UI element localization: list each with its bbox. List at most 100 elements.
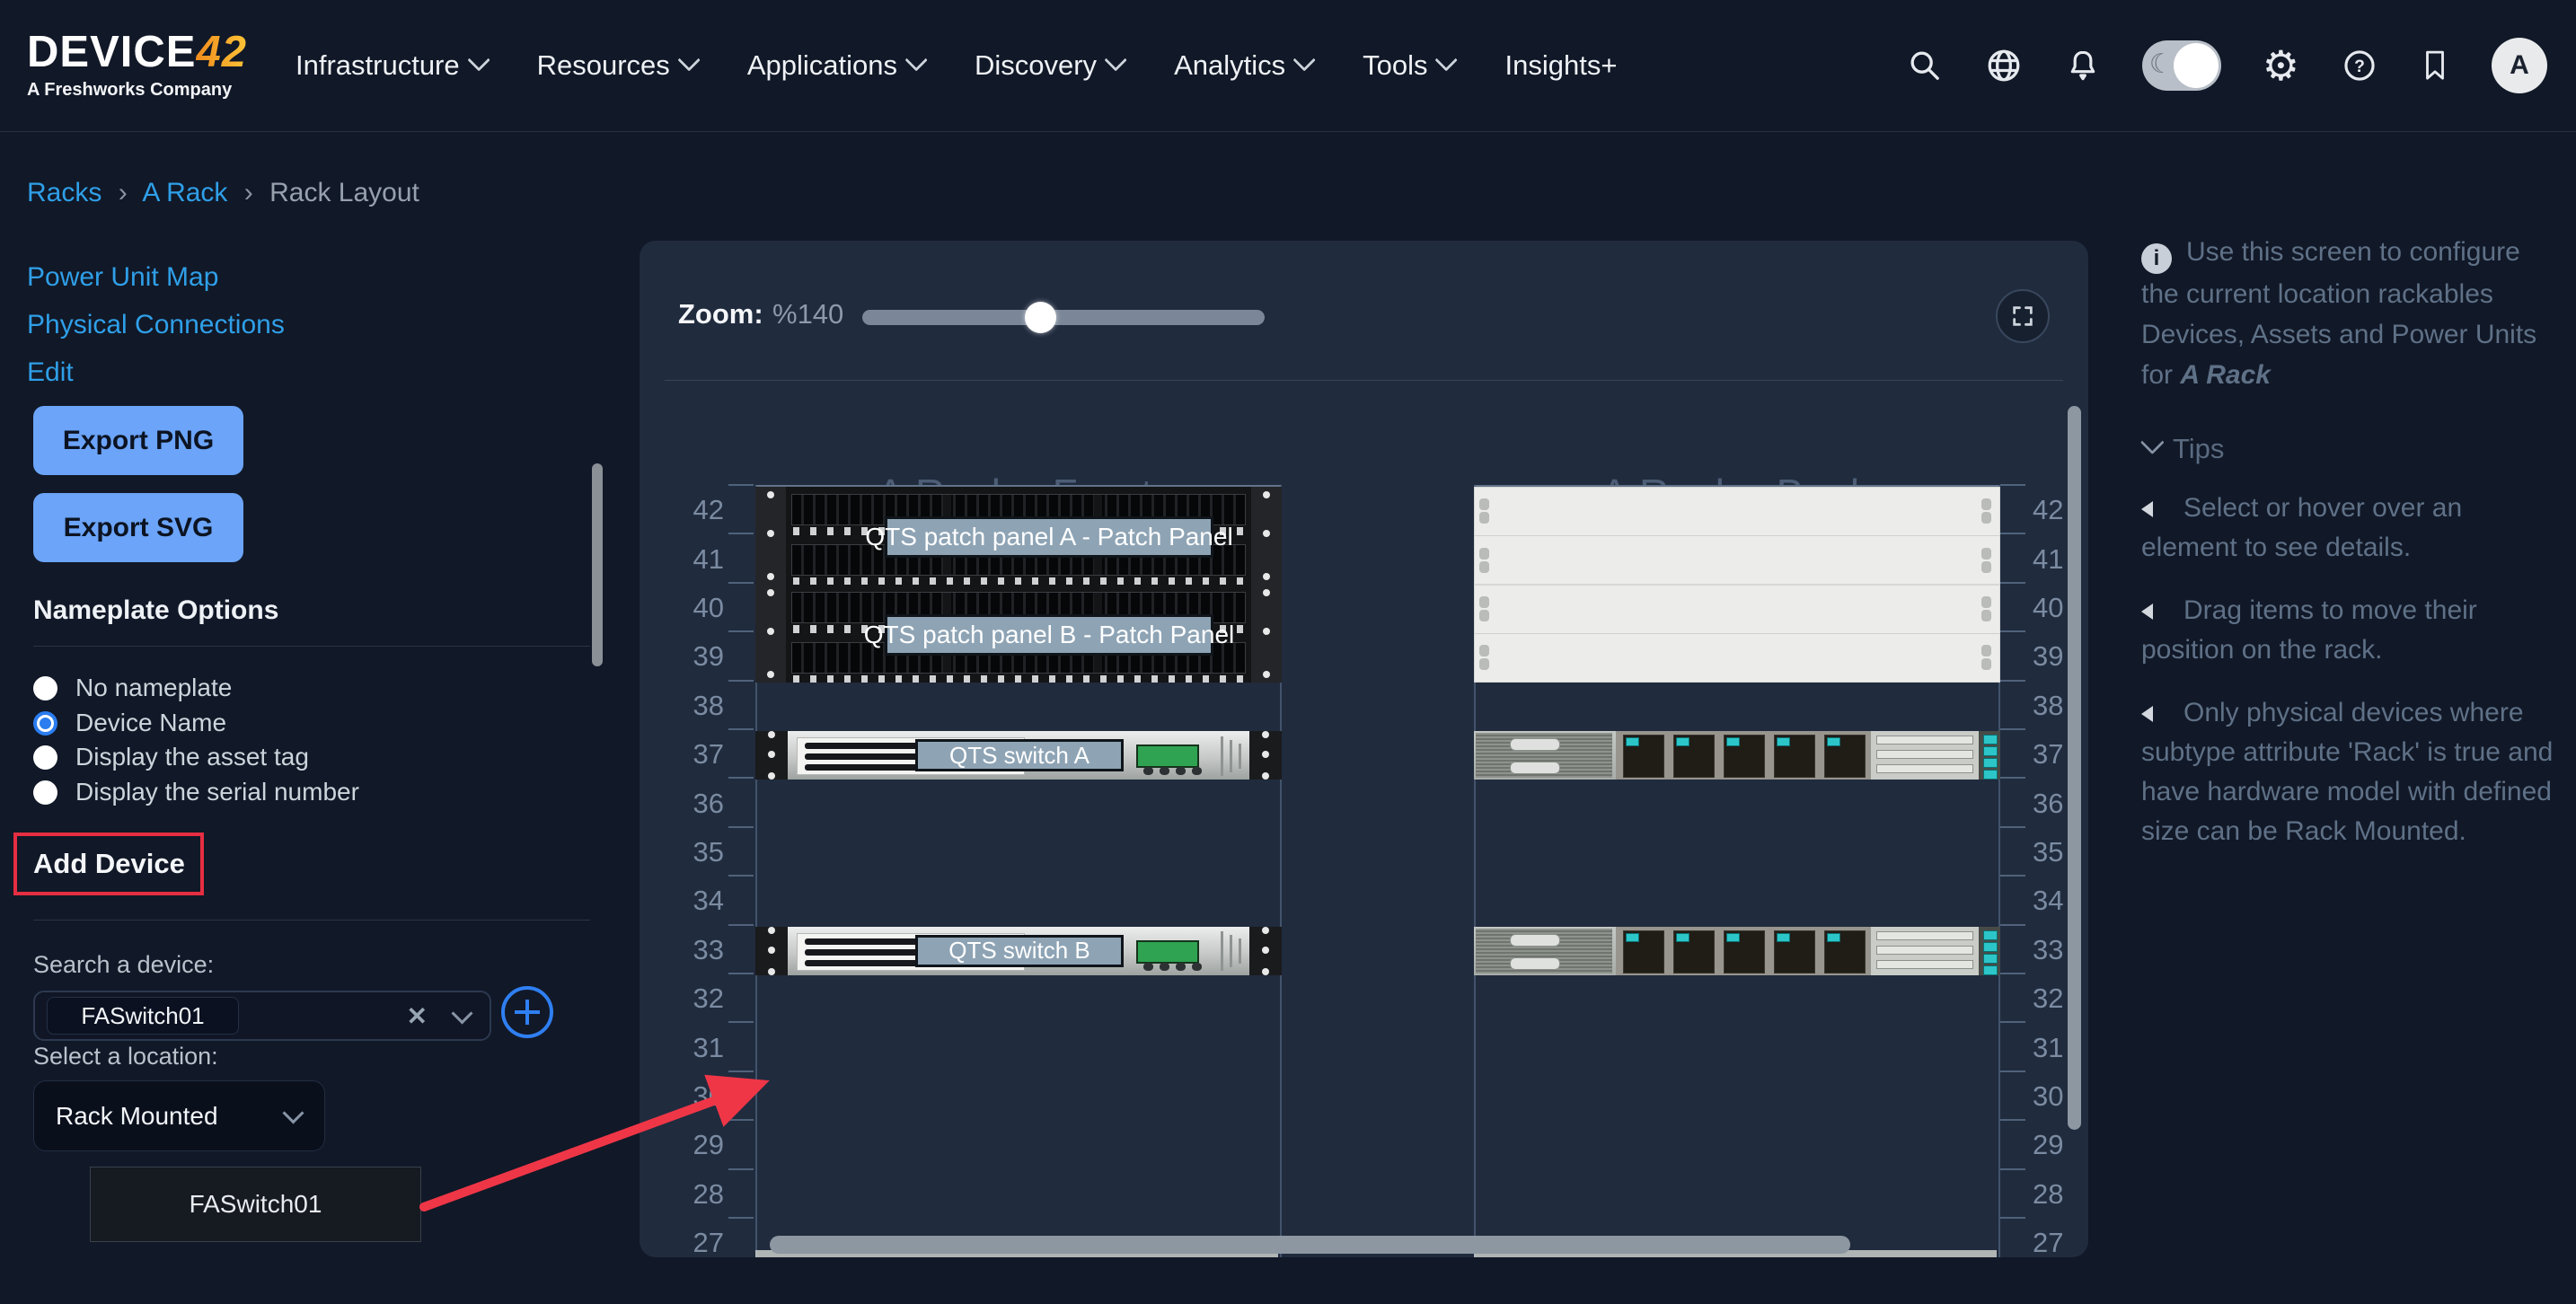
unit-tick <box>2000 582 2025 584</box>
teal-port <box>1983 942 1998 952</box>
teal-clip <box>1676 933 1689 942</box>
help-icon[interactable]: ? <box>2341 47 2378 84</box>
sidebar-link-physical-connections[interactable]: Physical Connections <box>27 310 285 340</box>
nav-item-insights-[interactable]: Insights+ <box>1504 49 1617 82</box>
unit-tick <box>2000 973 2025 974</box>
nav-item-applications[interactable]: Applications <box>747 49 922 82</box>
port <box>1160 767 1169 775</box>
divider <box>33 646 590 647</box>
rack-device-qts-patch-panel-b-patch-panel[interactable]: QTS patch panel B - Patch Panel <box>755 585 1282 683</box>
nav-item-label: Insights+ <box>1504 49 1617 82</box>
bracket-line <box>1239 744 1241 769</box>
zoom-slider-thumb[interactable] <box>1025 302 1056 333</box>
rack-device-panel-back-u40[interactable] <box>1474 585 2000 683</box>
screw-icon <box>768 731 775 738</box>
nav-item-analytics[interactable]: Analytics <box>1174 49 1310 82</box>
rack-ear-right <box>1251 585 1282 683</box>
nameplate-text: QTS switch A <box>949 742 1090 770</box>
zoom-value: %140 <box>772 298 843 330</box>
unit-number-29: 29 <box>2033 1129 2088 1161</box>
sidebar-link-power-unit-map[interactable]: Power Unit Map <box>27 262 218 293</box>
unit-tick <box>728 777 754 779</box>
rack-device-server-back-u37[interactable] <box>1474 731 2000 780</box>
rack-back <box>1474 485 2000 1257</box>
unit-number-40: 40 <box>668 592 724 624</box>
nameplate-radio-no-nameplate[interactable]: No nameplate <box>33 671 232 705</box>
nameplate-radio-display-the-asset-tag[interactable]: Display the asset tag <box>33 740 309 774</box>
nameplate-radio-device-name[interactable]: Device Name <box>33 706 226 740</box>
tip-text: Only physical devices where subtype attr… <box>2141 698 2553 846</box>
bookmark-icon[interactable] <box>2420 48 2450 83</box>
selected-device-chip[interactable]: FASwitch01 <box>47 997 239 1035</box>
screw-icon <box>1262 751 1269 758</box>
panel-vertical-scrollbar[interactable] <box>2068 406 2081 1130</box>
fullscreen-button[interactable] <box>1996 289 2050 343</box>
panel-horizontal-scrollbar[interactable] <box>770 1236 1850 1254</box>
unit-number-39: 39 <box>668 640 724 673</box>
nav-item-infrastructure[interactable]: Infrastructure <box>296 49 485 82</box>
rack-device-qts-switch-b[interactable]: QTS switch B <box>755 927 1282 975</box>
unit-tick <box>728 582 754 584</box>
radio-selected[interactable] <box>33 711 57 736</box>
nav-item-label: Tools <box>1363 49 1427 82</box>
export-png-button[interactable]: Export PNG <box>33 406 243 475</box>
notifications-bell-icon[interactable] <box>2065 48 2101 84</box>
search-icon[interactable] <box>1907 48 1943 84</box>
radio-unselected[interactable] <box>33 745 57 770</box>
toggle-knob <box>2174 43 2219 88</box>
nav-item-discovery[interactable]: Discovery <box>975 49 1122 82</box>
unit-number-35: 35 <box>668 836 724 868</box>
tips-collapsible-header[interactable]: Tips <box>2141 433 2558 465</box>
nav-item-resources[interactable]: Resources <box>537 49 695 82</box>
rack-device-qts-switch-a[interactable]: QTS switch A <box>755 731 1282 780</box>
settings-gear-icon[interactable]: ⚙ <box>2263 45 2299 86</box>
unit-number-33: 33 <box>668 934 724 966</box>
unit-tick <box>2000 533 2025 534</box>
zoom-label: Zoom: <box>678 298 763 330</box>
screw-icon <box>768 947 775 954</box>
add-device-plus-button[interactable] <box>501 986 553 1038</box>
user-avatar[interactable]: A <box>2492 38 2547 93</box>
zoom-slider-track[interactable] <box>862 310 1265 325</box>
rack-device-panel-back-u42[interactable] <box>1474 487 2000 585</box>
rack-device-server-back-u33[interactable] <box>1474 927 2000 975</box>
clear-selection-icon[interactable]: ✕ <box>407 1001 428 1031</box>
unit-number-27: 27 <box>668 1227 724 1257</box>
unit-tick <box>728 826 754 828</box>
io-module <box>1824 735 1866 778</box>
unit-tick <box>2000 1071 2025 1072</box>
nav-item-tools[interactable]: Tools <box>1363 49 1452 82</box>
device42-logo[interactable]: DEVICE42 A Freshworks Company <box>27 31 283 101</box>
unit-tick <box>2000 826 2025 828</box>
psu-slat <box>1876 736 1973 745</box>
hinge-icon <box>1981 561 1991 573</box>
breadcrumb-racks[interactable]: Racks <box>27 178 101 207</box>
unit-tick <box>728 1021 754 1023</box>
rack-ear-left <box>755 585 786 683</box>
device-dropdown-option[interactable]: FASwitch01 <box>90 1167 421 1242</box>
hinge-icon <box>1981 596 1991 608</box>
unit-tick <box>2000 777 2025 779</box>
badge-oval <box>1510 738 1560 751</box>
sidebar-scrollbar[interactable] <box>592 463 603 666</box>
radio-unselected[interactable] <box>33 676 57 700</box>
nameplate-radio-display-the-serial-number[interactable]: Display the serial number <box>33 775 359 809</box>
rack-ear-left <box>755 927 788 975</box>
unit-tick <box>728 1168 754 1170</box>
screw-icon <box>768 968 775 975</box>
location-select[interactable]: Rack Mounted <box>33 1080 325 1151</box>
theme-toggle[interactable]: ☾✦ <box>2142 40 2221 91</box>
teal-clip <box>1626 737 1639 746</box>
radio-unselected[interactable] <box>33 780 57 805</box>
rack-ear-left <box>755 487 786 585</box>
teal-clip <box>1777 737 1790 746</box>
export-svg-button[interactable]: Export SVG <box>33 493 243 562</box>
globe-icon[interactable] <box>1984 46 2024 85</box>
module-bay <box>1616 927 1871 975</box>
rack-device-qts-patch-panel-a-patch-panel[interactable]: QTS patch panel A - Patch Panel <box>755 487 1282 585</box>
device-search-input[interactable]: FASwitch01 ✕ <box>33 991 491 1041</box>
port <box>1176 767 1186 775</box>
chevron-down-icon[interactable] <box>451 1002 472 1024</box>
sidebar-link-edit[interactable]: Edit <box>27 357 74 388</box>
breadcrumb-a-rack[interactable]: A Rack <box>142 178 227 207</box>
